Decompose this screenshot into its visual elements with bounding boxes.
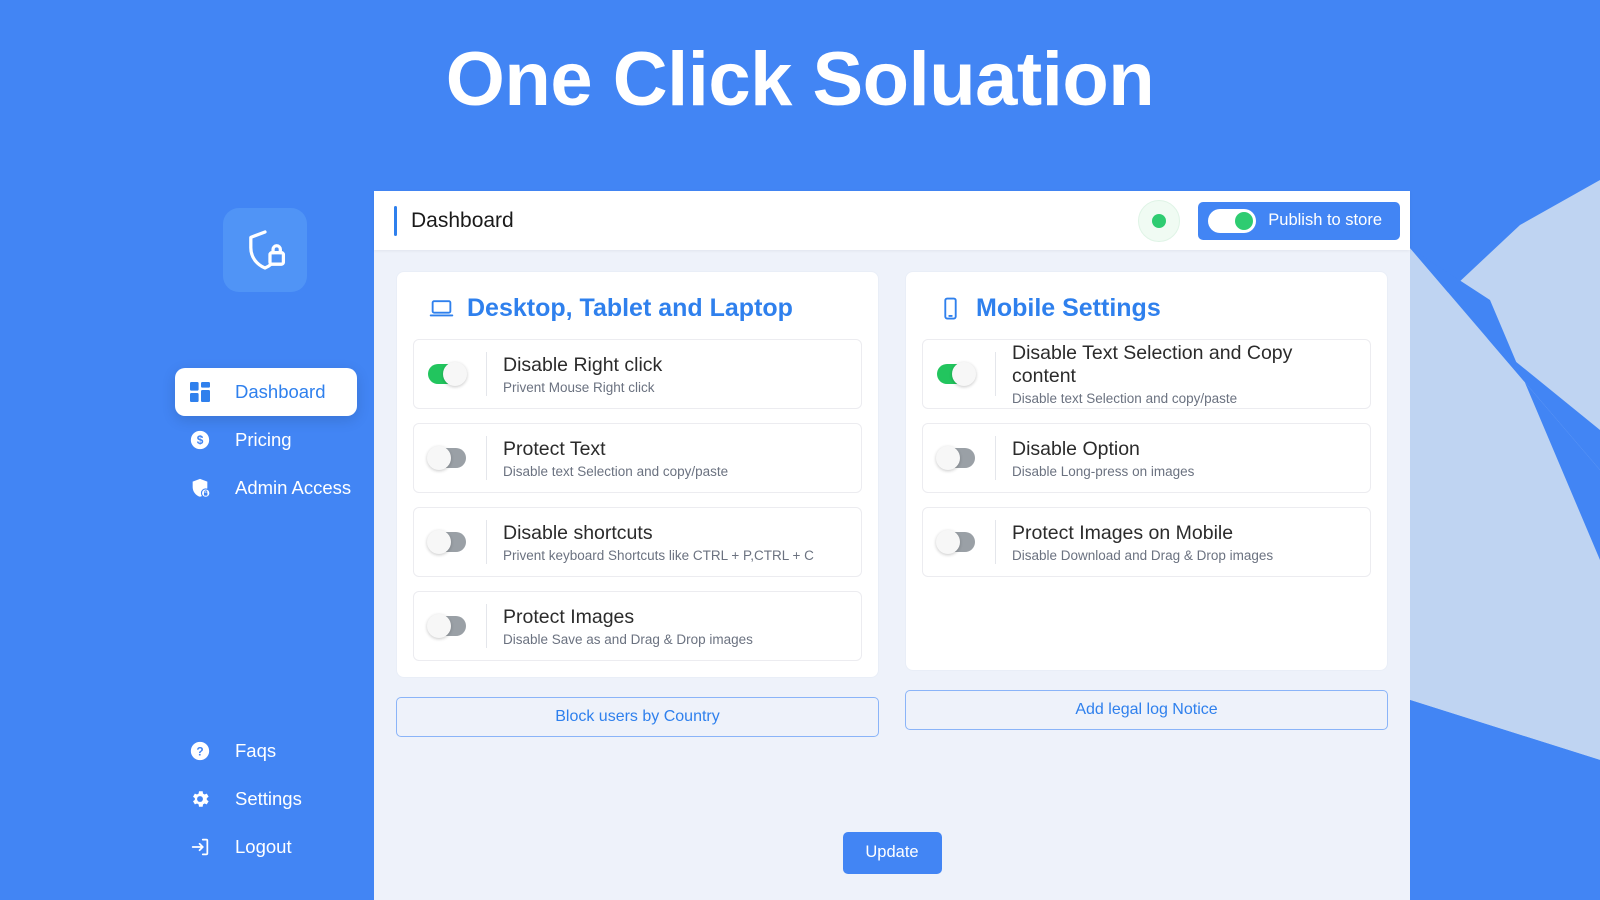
toggle-protect-text[interactable]: [427, 446, 466, 470]
toggle-disable-option[interactable]: [936, 446, 975, 470]
setting-texts: Protect Text Disable text Selection and …: [503, 438, 728, 479]
laptop-icon: [429, 296, 454, 321]
setting-subtitle: Privent keyboard Shortcuts like CTRL + P…: [503, 547, 814, 563]
sidebar-item-label: Logout: [235, 836, 292, 857]
row-divider: [995, 520, 996, 564]
sidebar-nav-secondary: ? Faqs Settings Logout: [0, 727, 374, 871]
sidebar-item-faqs[interactable]: ? Faqs: [175, 727, 357, 775]
sidebar-item-dashboard[interactable]: Dashboard: [175, 368, 357, 416]
setting-subtitle: Disable Long-press on images: [1012, 463, 1195, 479]
panel-body: Desktop, Tablet and Laptop Disable Right…: [374, 250, 1410, 805]
svg-text:$: $: [197, 433, 204, 447]
row-divider: [486, 436, 487, 480]
setting-row[interactable]: Disable shortcuts Privent keyboard Short…: [413, 507, 862, 577]
row-divider: [486, 352, 487, 396]
toggle-protect-images-mobile[interactable]: [936, 530, 975, 554]
desktop-card-header: Desktop, Tablet and Laptop: [429, 294, 862, 323]
sidebar-item-label: Pricing: [235, 429, 292, 450]
logout-arrow-icon: [185, 836, 215, 858]
setting-title: Disable Text Selection and Copy content: [1012, 342, 1293, 387]
sidebar-item-settings[interactable]: Settings: [175, 775, 357, 823]
sidebar-item-label: Settings: [235, 788, 302, 809]
sidebar-item-label: Dashboard: [235, 381, 326, 402]
desktop-column: Desktop, Tablet and Laptop Disable Right…: [396, 271, 879, 805]
toggle-disable-shortcuts[interactable]: [427, 530, 466, 554]
publish-toggle-switch[interactable]: [1208, 208, 1257, 233]
row-divider: [995, 436, 996, 480]
header-actions: Publish to store: [1138, 199, 1400, 242]
sidebar-nav-primary: Dashboard $ Pricing Admin Access: [0, 368, 374, 512]
setting-subtitle: Disable Save as and Drag & Drop images: [503, 631, 753, 647]
mobile-settings-card: Mobile Settings Disable Text Selection a…: [905, 271, 1388, 671]
row-divider: [995, 352, 996, 396]
shield-lock-badge-icon: [185, 477, 215, 499]
panel-title: Dashboard: [411, 208, 514, 232]
mobile-card-header: Mobile Settings: [938, 294, 1371, 323]
mobile-card-title: Mobile Settings: [976, 294, 1161, 322]
setting-texts: Disable Right click Privent Mouse Right …: [503, 354, 662, 395]
add-legal-log-notice-button[interactable]: Add legal log Notice: [905, 690, 1388, 730]
update-button[interactable]: Update: [842, 831, 942, 874]
setting-title: Protect Text: [503, 437, 606, 460]
row-divider: [486, 604, 487, 648]
setting-title: Disable shortcuts: [503, 521, 653, 544]
setting-subtitle: Disable text Selection and copy/paste: [1012, 391, 1238, 406]
sidebar: Dashboard $ Pricing Admin Access ? Faqs …: [0, 0, 374, 900]
toggle-protect-images[interactable]: [427, 614, 466, 638]
toggle-disable-right-click[interactable]: [428, 362, 467, 386]
grid-dashboard-icon: [185, 382, 215, 402]
setting-row[interactable]: Protect Text Disable text Selection and …: [413, 423, 862, 493]
sidebar-item-logout[interactable]: Logout: [175, 823, 357, 871]
toggle-disable-text-selection[interactable]: [937, 362, 976, 386]
setting-row[interactable]: Disable Option Disable Long-press on ima…: [922, 423, 1371, 493]
block-users-by-country-button[interactable]: Block users by Country: [396, 697, 879, 737]
sidebar-item-admin-access[interactable]: Admin Access: [175, 464, 357, 512]
setting-title: Protect Images: [503, 605, 635, 628]
publish-to-store-button[interactable]: Publish to store: [1198, 201, 1400, 240]
setting-row[interactable]: Protect Images Disable Save as and Drag …: [413, 591, 862, 661]
publish-button-label: Publish to store: [1268, 211, 1382, 229]
main-panel: Dashboard Publish to store Desktop, Tabl…: [374, 191, 1410, 900]
setting-subtitle: Disable text Selection and copy/paste: [503, 463, 729, 479]
question-circle-icon: ?: [185, 740, 215, 762]
mobile-column: Mobile Settings Disable Text Selection a…: [905, 271, 1388, 805]
setting-title: Protect Images on Mobile: [1012, 521, 1234, 544]
title-accent-bar: [394, 205, 397, 236]
setting-row[interactable]: Disable Text Selection and Copy content …: [922, 339, 1371, 409]
gear-icon: [185, 788, 215, 810]
setting-texts: Disable Text Selection and Copy content …: [1012, 342, 1356, 406]
setting-texts: Protect Images Disable Save as and Drag …: [503, 606, 753, 647]
dollar-coin-icon: $: [185, 429, 215, 451]
panel-footer: Update: [374, 805, 1410, 900]
setting-texts: Protect Images on Mobile Disable Downloa…: [1012, 522, 1273, 563]
status-dot-icon: [1152, 213, 1167, 228]
app-logo: [223, 208, 307, 292]
setting-row[interactable]: Protect Images on Mobile Disable Downloa…: [922, 507, 1371, 577]
sidebar-item-pricing[interactable]: $ Pricing: [175, 416, 357, 464]
setting-title: Disable Option: [1012, 437, 1140, 460]
mobile-phone-icon: [938, 296, 963, 321]
setting-row[interactable]: Disable Right click Privent Mouse Right …: [413, 339, 862, 409]
panel-header: Dashboard Publish to store: [374, 191, 1410, 250]
sidebar-item-label: Faqs: [235, 740, 277, 761]
setting-title: Disable Right click: [503, 353, 663, 376]
row-divider: [486, 520, 487, 564]
setting-texts: Disable Option Disable Long-press on ima…: [1012, 438, 1194, 479]
shield-lock-icon: [242, 226, 288, 274]
desktop-card-title: Desktop, Tablet and Laptop: [467, 294, 793, 322]
setting-texts: Disable shortcuts Privent keyboard Short…: [503, 522, 814, 563]
status-badge: [1138, 199, 1181, 242]
setting-subtitle: Disable Download and Drag & Drop images: [1012, 547, 1274, 563]
svg-text:?: ?: [196, 744, 203, 758]
sidebar-item-label: Admin Access: [235, 477, 352, 498]
setting-subtitle: Privent Mouse Right click: [503, 379, 655, 395]
desktop-settings-card: Desktop, Tablet and Laptop Disable Right…: [396, 271, 879, 678]
